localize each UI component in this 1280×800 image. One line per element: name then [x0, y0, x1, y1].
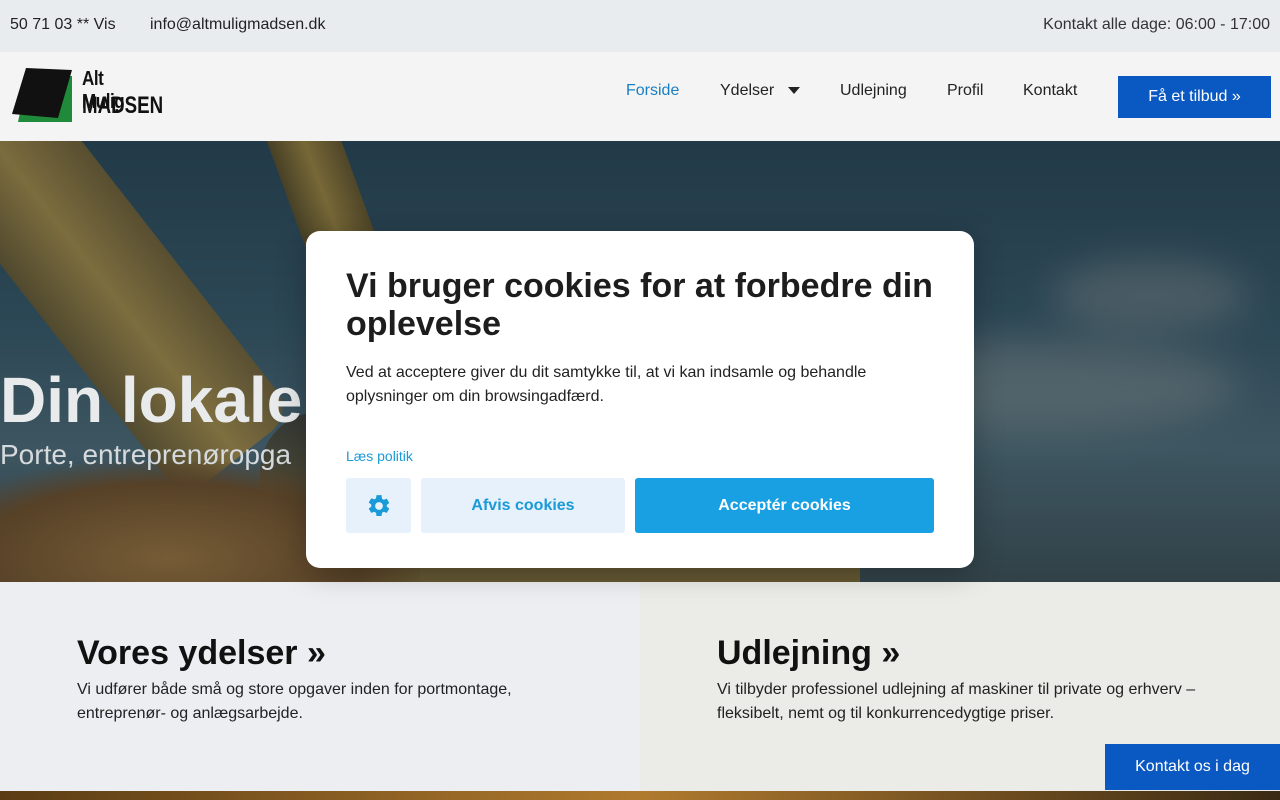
cookie-dialog-description: Ved at acceptere giver du dit samtykke t…: [346, 364, 867, 405]
cookie-dialog-title: Vi bruger cookies for at forbedre din op…: [346, 267, 933, 343]
cookie-settings-button[interactable]: [346, 478, 411, 533]
accept-cookies-button[interactable]: Acceptér cookies: [635, 478, 934, 533]
nav-udlejning[interactable]: Udlejning: [840, 82, 907, 100]
nav-forside[interactable]: Forside: [626, 82, 679, 100]
gear-icon: [368, 494, 389, 516]
hero-subtitle: Porte, entreprenøropga: [0, 439, 292, 470]
logo-text-bottom: MADSEN: [82, 92, 164, 119]
services-card[interactable]: Vores ydelser » Vi udfører både små og s…: [0, 582, 640, 791]
services-card-title[interactable]: Vores ydelser »: [77, 634, 326, 673]
nav-ydelser[interactable]: Ydelser: [720, 82, 801, 100]
rental-card-text: Vi tilbyder professionel udlejning af ma…: [717, 681, 1196, 722]
nav-ydelser-label: Ydelser: [720, 82, 775, 99]
hero-title: Din lokale: [0, 364, 303, 436]
top-bar: 50 71 03 ** Vis info@altmuligmadsen.dk K…: [0, 0, 1280, 52]
bottom-image-strip: [0, 791, 1280, 800]
caret-down-icon: [788, 87, 801, 95]
opening-hours: Kontakt alle dage: 06:00 - 17:00: [1043, 16, 1270, 33]
phone-link[interactable]: 50 71 03 ** Vis: [10, 16, 116, 34]
rental-card-title[interactable]: Udlejning »: [717, 634, 900, 673]
contact-us-today-button[interactable]: Kontakt os i dag: [1105, 744, 1280, 790]
cookie-consent-dialog: Vi bruger cookies for at forbedre din op…: [306, 231, 974, 568]
nav-kontakt[interactable]: Kontakt: [1023, 82, 1077, 100]
logo-mark-icon: [12, 68, 72, 122]
get-quote-button[interactable]: Få et tilbud »: [1118, 76, 1271, 118]
services-card-text: Vi udfører både små og store opgaver ind…: [77, 681, 512, 722]
nav-profil[interactable]: Profil: [947, 82, 983, 100]
logo[interactable]: Alt Mulig MADSEN: [12, 68, 163, 126]
email-link[interactable]: info@altmuligmadsen.dk: [150, 16, 325, 34]
reject-cookies-button[interactable]: Afvis cookies: [421, 478, 625, 533]
read-policy-link[interactable]: Læs politik: [346, 448, 413, 464]
site-header: Alt Mulig MADSEN Forside Ydelser Udlejni…: [0, 52, 1280, 141]
